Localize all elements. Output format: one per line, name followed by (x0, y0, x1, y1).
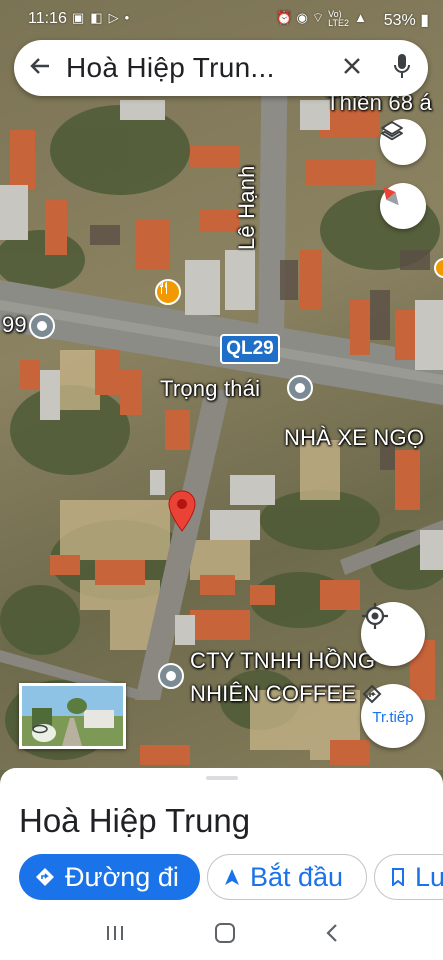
mic-icon (393, 53, 411, 84)
directions-icon (35, 867, 55, 887)
back-arrow-icon (29, 55, 51, 82)
poi-label-nha-xe[interactable]: NHÀ XE NGỌ (284, 425, 424, 451)
system-icons: ⏰ ◉ ⌔ Vo) LTE2 ▲ (276, 10, 367, 28)
sheet-drag-handle[interactable] (206, 776, 238, 780)
poi-label-cty-line2[interactable]: NHIÊN COFFEE (190, 681, 356, 707)
battery-icon: ▮ (420, 12, 429, 29)
home-button[interactable] (214, 922, 236, 949)
back-nav-button[interactable] (325, 923, 339, 948)
network-label: Vo) LTE2 (328, 9, 349, 28)
wifi-icon: ⌔ (311, 10, 325, 25)
poi-label-cty-line1[interactable]: CTY TNHH HỒNG (190, 648, 375, 674)
restaurant-icon[interactable] (155, 279, 181, 305)
back-button[interactable] (14, 40, 66, 96)
search-query[interactable]: Hoà Hiệp Trun... (66, 52, 328, 84)
notification-icons: ▣ ◧ ▷ • (72, 10, 129, 26)
place-marker-icon[interactable] (29, 313, 55, 339)
rotate-360-icon (32, 724, 56, 742)
compass-button[interactable] (380, 183, 426, 229)
navigation-arrow-icon (224, 868, 240, 886)
chevron-left-icon (325, 923, 339, 947)
bookmark-icon (391, 868, 405, 886)
place-marker-icon[interactable] (287, 375, 313, 401)
recent-apps-icon (105, 925, 125, 946)
navigate-button[interactable]: Tr.tiếp (361, 684, 425, 748)
navigate-label: Tr.tiếp (372, 708, 414, 726)
satellite-map[interactable]: Thiên 68 á Lê Hạnh 99 QL29 Trọng thái NH… (0, 0, 443, 770)
clear-button[interactable] (328, 40, 376, 96)
signal-icon: ▲ (354, 10, 367, 25)
close-icon (343, 57, 361, 80)
place-marker-icon[interactable] (158, 663, 184, 689)
my-location-button[interactable] (361, 602, 425, 666)
shopping-icon: ◧ (90, 10, 103, 25)
directions-button[interactable]: Đường đi (19, 854, 200, 900)
street-view-thumbnail[interactable] (19, 683, 126, 749)
messenger-icon: ▣ (72, 10, 85, 25)
layers-button[interactable] (380, 119, 426, 165)
system-navigation-bar (0, 910, 443, 960)
status-time: 11:16 (28, 10, 67, 27)
start-button[interactable]: Bắt đầu (207, 854, 367, 900)
search-bar[interactable]: Hoà Hiệp Trun... (14, 40, 428, 96)
poi-label-99[interactable]: 99 (2, 312, 27, 338)
recent-apps-button[interactable] (105, 924, 125, 947)
save-button[interactable]: Lư (374, 854, 443, 900)
location-icon: ◉ (296, 10, 308, 25)
alarm-icon: ⏰ (276, 10, 293, 25)
road-shield-ql29: QL29 (220, 334, 280, 364)
dot-icon: • (124, 10, 130, 25)
battery-indicator: 53% ▮ (384, 10, 429, 30)
poi-label-trong-thai[interactable]: Trọng thái (160, 376, 260, 402)
place-title: Hoà Hiệp Trung (19, 802, 251, 839)
start-label: Bắt đầu (250, 861, 344, 892)
voice-search-button[interactable] (376, 40, 428, 96)
play-icon: ▷ (108, 10, 119, 25)
save-label: Lư (415, 861, 443, 892)
directions-label: Đường đi (65, 861, 179, 892)
status-bar: 11:16 ▣ ◧ ▷ • ⏰ ◉ ⌔ Vo) LTE2 ▲ 53% ▮ (0, 0, 443, 38)
home-icon (214, 922, 236, 948)
place-bottom-sheet[interactable]: Hoà Hiệp Trung Đường đi Bắt đầu Lư (0, 768, 443, 910)
street-label-le-hanh: Lê Hạnh (234, 165, 259, 250)
battery-percent: 53% (383, 12, 416, 29)
